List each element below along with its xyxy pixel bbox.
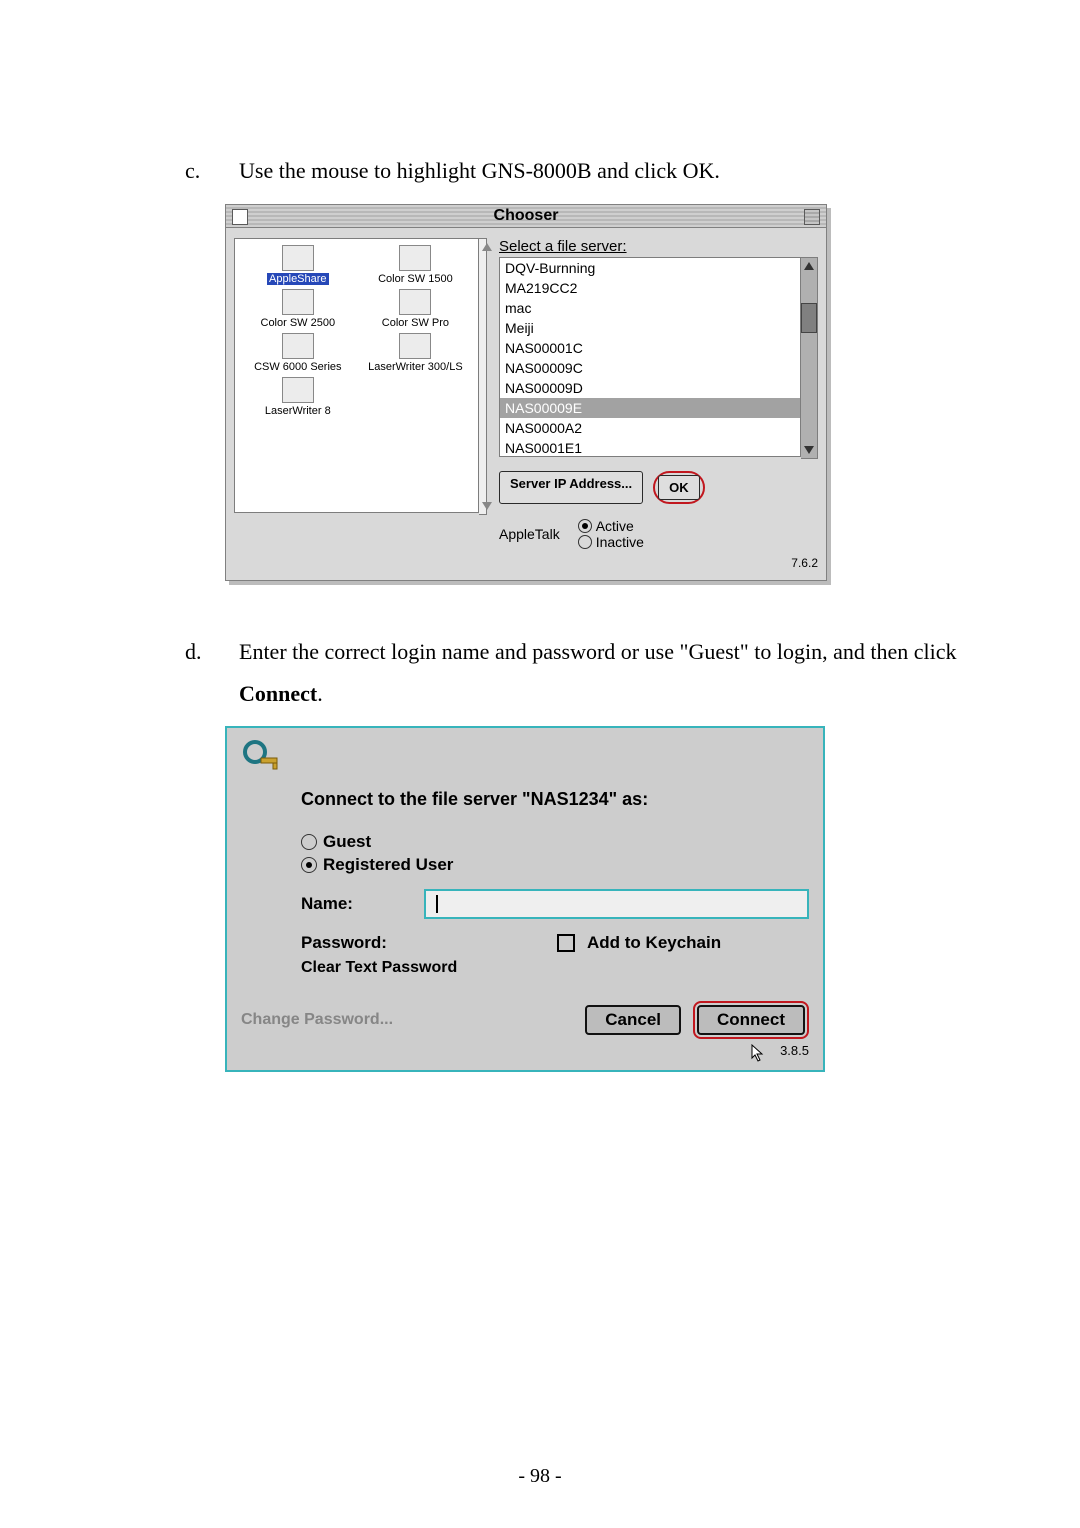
password-label: Password: <box>301 933 416 953</box>
text-cursor-icon <box>436 895 438 913</box>
server-ip-button[interactable]: Server IP Address... <box>499 471 643 504</box>
server-item[interactable]: Meiji <box>500 318 800 338</box>
server-list-scrollbar[interactable] <box>801 257 818 459</box>
cancel-button[interactable]: Cancel <box>585 1005 681 1035</box>
chooser-window: Chooser AppleShare Color SW 1500 Color S… <box>225 204 827 581</box>
appletalk-inactive-radio[interactable]: Inactive <box>578 534 644 550</box>
connect-button[interactable]: Connect <box>697 1005 805 1035</box>
server-item[interactable]: NAS00001C <box>500 338 800 358</box>
radio-dot-filled-icon <box>578 519 592 533</box>
keychain-label: Add to Keychain <box>587 933 721 953</box>
chooser-icon-laserwriter300[interactable]: LaserWriter 300/LS <box>357 331 475 375</box>
server-item[interactable]: NAS0001E1 <box>500 438 800 457</box>
server-item[interactable]: mac <box>500 298 800 318</box>
chooser-titlebar: Chooser <box>226 205 826 228</box>
step-d: d. Enter the correct login name and pass… <box>185 631 985 715</box>
appletalk-active-radio[interactable]: Active <box>578 518 644 534</box>
step-letter-c: c. <box>185 150 239 192</box>
zoom-icon[interactable] <box>804 209 820 225</box>
login-version: 3.8.5 <box>780 1043 809 1058</box>
server-item-selected[interactable]: NAS00009E <box>500 398 800 418</box>
server-item[interactable]: NAS00009C <box>500 358 800 378</box>
ok-annotation-ring: OK <box>653 471 705 504</box>
step-text-d: Enter the correct login name and passwor… <box>239 631 985 715</box>
server-item[interactable]: NAS0000A2 <box>500 418 800 438</box>
key-icon <box>241 738 281 778</box>
name-input[interactable] <box>424 889 809 919</box>
registered-user-radio[interactable]: Registered User <box>301 855 809 875</box>
scroll-up-icon[interactable] <box>804 262 814 270</box>
scroll-up-icon[interactable] <box>482 243 492 251</box>
server-list[interactable]: DQV-Burnning MA219CC2 mac Meiji NAS00001… <box>499 257 801 457</box>
change-password-button: Change Password... <box>241 1011 573 1029</box>
page-number: - 98 - <box>0 1465 1080 1488</box>
chooser-icon-csw6000[interactable]: CSW 6000 Series <box>239 331 357 375</box>
scroll-down-icon[interactable] <box>482 502 492 510</box>
chooser-icon-colorsw2500[interactable]: Color SW 2500 <box>239 287 357 331</box>
chooser-version: 7.6.2 <box>791 556 818 570</box>
mouse-cursor-icon <box>751 1044 765 1062</box>
connect-annotation-ring: Connect <box>693 1001 809 1039</box>
server-item[interactable]: MA219CC2 <box>500 278 800 298</box>
step-letter-d: d. <box>185 631 239 715</box>
appletalk-label: AppleTalk <box>499 526 560 542</box>
radio-dot-empty-icon <box>578 535 592 549</box>
scroll-down-icon[interactable] <box>804 446 814 454</box>
ok-button[interactable]: OK <box>658 475 700 500</box>
scroll-thumb[interactable] <box>801 303 817 333</box>
chooser-icon-colorswpro[interactable]: Color SW Pro <box>357 287 475 331</box>
server-item[interactable]: DQV-Burnning <box>500 258 800 278</box>
radio-dot-filled-icon <box>301 857 317 873</box>
chooser-left-scrollbar[interactable] <box>479 238 487 515</box>
keychain-checkbox[interactable] <box>557 934 575 952</box>
chooser-icon-list[interactable]: AppleShare Color SW 1500 Color SW 2500 C… <box>234 238 479 513</box>
guest-radio[interactable]: Guest <box>301 832 809 852</box>
chooser-icon-appleshare[interactable]: AppleShare <box>239 243 357 287</box>
chooser-icon-colorsw1500[interactable]: Color SW 1500 <box>357 243 475 287</box>
chooser-title-text: Chooser <box>494 207 559 224</box>
server-item[interactable]: NAS00009D <box>500 378 800 398</box>
clear-text-password-label: Clear Text Password <box>301 959 809 977</box>
step-text-c: Use the mouse to highlight GNS-8000B and… <box>239 150 985 192</box>
login-title: Connect to the file server "NAS1234" as: <box>301 789 809 810</box>
close-icon[interactable] <box>232 209 248 225</box>
step-c: c. Use the mouse to highlight GNS-8000B … <box>185 150 985 192</box>
login-dialog: Connect to the file server "NAS1234" as:… <box>225 726 825 1072</box>
name-label: Name: <box>301 894 416 914</box>
chooser-icon-laserwriter8[interactable]: LaserWriter 8 <box>239 375 357 419</box>
radio-dot-empty-icon <box>301 834 317 850</box>
server-list-label: Select a file server: <box>499 238 818 255</box>
